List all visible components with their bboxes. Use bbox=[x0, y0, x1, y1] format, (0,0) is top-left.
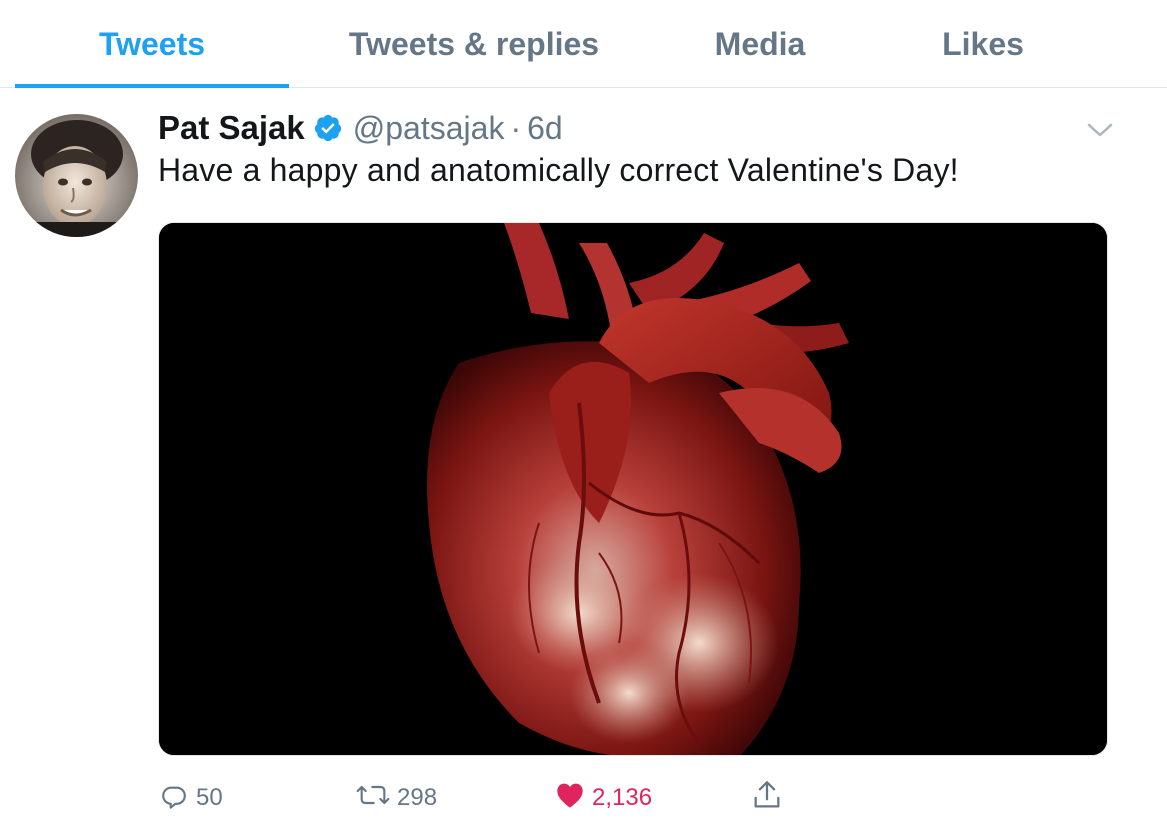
tweet-text: Have a happy and anatomically correct Va… bbox=[158, 152, 959, 188]
reply-button[interactable]: 50 bbox=[158, 776, 223, 820]
retweet-button[interactable]: 298 bbox=[355, 776, 437, 820]
like-count: 2,136 bbox=[592, 784, 653, 811]
active-tab-indicator bbox=[15, 84, 289, 88]
retweet-count: 298 bbox=[397, 784, 438, 811]
tab-likes[interactable]: Likes bbox=[910, 0, 1056, 88]
avatar[interactable] bbox=[15, 114, 138, 237]
tab-tweets[interactable]: Tweets bbox=[15, 0, 289, 88]
tweet-media-photo[interactable] bbox=[158, 222, 1108, 756]
retweet-icon bbox=[355, 779, 391, 818]
chevron-down-icon[interactable] bbox=[1084, 116, 1116, 144]
heart-photo bbox=[159, 223, 1107, 755]
avatar-photo bbox=[15, 114, 138, 237]
tab-media[interactable]: Media bbox=[680, 0, 840, 88]
tab-tweets-and-replies[interactable]: Tweets & replies bbox=[330, 0, 618, 88]
profile-tabs: Tweets Tweets & replies Media Likes bbox=[0, 0, 1167, 88]
reply-count: 50 bbox=[196, 784, 223, 811]
reply-icon bbox=[158, 779, 190, 818]
share-icon bbox=[750, 778, 784, 819]
verified-badge-icon bbox=[313, 113, 343, 143]
share-button[interactable] bbox=[750, 776, 784, 820]
separator-dot: · bbox=[510, 109, 522, 146]
author-name[interactable]: Pat Sajak bbox=[158, 109, 305, 147]
heart-icon bbox=[554, 779, 586, 818]
tweet-timestamp[interactable]: 6d bbox=[527, 110, 563, 147]
like-button[interactable]: 2,136 bbox=[554, 776, 652, 820]
tweet-header: Pat Sajak @patsajak · 6d bbox=[158, 106, 563, 150]
author-handle[interactable]: @patsajak bbox=[353, 110, 505, 147]
